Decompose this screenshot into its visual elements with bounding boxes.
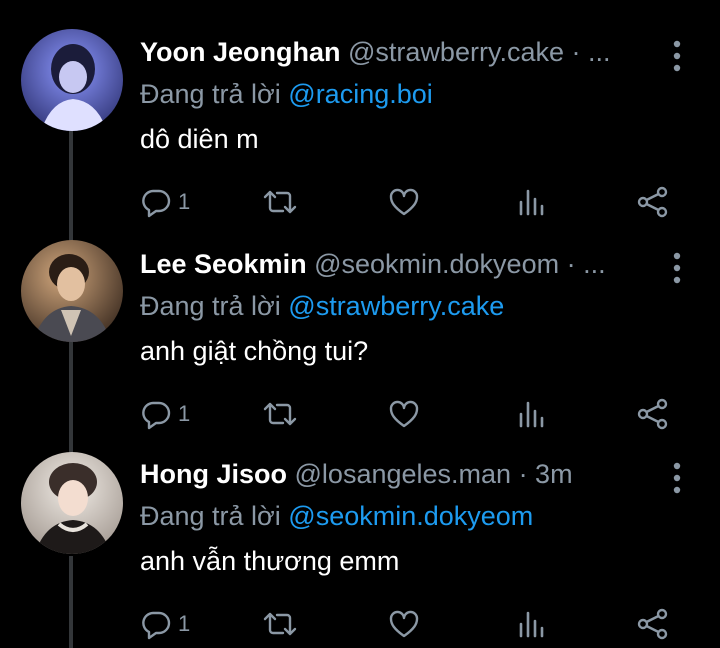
avatar[interactable] [21, 452, 123, 554]
replying-to: Đang trả lời @racing.boi [140, 74, 433, 114]
reply-count: 1 [178, 189, 191, 214]
share-button[interactable] [636, 392, 670, 436]
like-icon [388, 608, 420, 640]
analytics-icon [516, 187, 546, 217]
replying-to-label: Đang trả lời [140, 501, 281, 531]
like-button[interactable] [388, 180, 420, 224]
share-icon [636, 186, 670, 218]
more-icon[interactable] [662, 460, 692, 496]
share-icon [636, 398, 670, 430]
reply-count: 1 [178, 611, 191, 636]
retweet-button[interactable] [262, 392, 298, 436]
timestamp: · 3m [518, 459, 573, 489]
analytics-icon [516, 399, 546, 429]
reply-button[interactable]: 1 [140, 392, 190, 436]
more-icon[interactable] [662, 250, 692, 286]
reply-icon [140, 398, 172, 430]
avatar[interactable] [21, 29, 123, 131]
like-icon [388, 186, 420, 218]
mention-link[interactable]: @strawberry.cake [288, 291, 504, 321]
username[interactable]: @strawberry.cake [348, 37, 564, 67]
reply-button[interactable]: 1 [140, 180, 190, 224]
display-name[interactable]: Lee Seokmin [140, 249, 307, 279]
share-button[interactable] [636, 180, 670, 224]
tweet-header: Lee Seokmin @seokmin.dokyeom · ... [140, 244, 660, 284]
replying-to-label: Đang trả lời [140, 291, 281, 321]
analytics-button[interactable] [516, 392, 546, 436]
mention-link[interactable]: @seokmin.dokyeom [288, 501, 533, 531]
like-button[interactable] [388, 392, 420, 436]
tweet-text: anh giật chồng tui? [140, 336, 369, 366]
tweet-header: Yoon Jeonghan @strawberry.cake · ... [140, 32, 660, 72]
analytics-button[interactable] [516, 602, 546, 646]
replying-to: Đang trả lời @strawberry.cake [140, 286, 504, 326]
share-icon [636, 608, 670, 640]
tweet-header: Hong Jisoo @losangeles.man · 3m [140, 454, 660, 494]
retweet-button[interactable] [262, 602, 298, 646]
display-name[interactable]: Hong Jisoo [140, 459, 287, 489]
retweet-button[interactable] [262, 180, 298, 224]
tweet-text: anh vẫn thương emm [140, 546, 400, 576]
replying-to-label: Đang trả lời [140, 79, 281, 109]
tweet-text: dô diên m [140, 124, 259, 154]
username[interactable]: @seokmin.dokyeom [314, 249, 559, 279]
retweet-icon [262, 398, 298, 430]
tweet[interactable]: Yoon Jeonghan @strawberry.cake · ... Đan… [0, 20, 720, 226]
action-bar: 1 [140, 180, 680, 224]
analytics-button[interactable] [516, 180, 546, 224]
retweet-icon [262, 186, 298, 218]
replying-to: Đang trả lời @seokmin.dokyeom [140, 496, 533, 536]
like-icon [388, 398, 420, 430]
timestamp: · ... [566, 249, 606, 279]
retweet-icon [262, 608, 298, 640]
action-bar: 1 [140, 602, 680, 646]
like-button[interactable] [388, 602, 420, 646]
avatar[interactable] [21, 240, 123, 342]
action-bar: 1 [140, 392, 680, 436]
reply-icon [140, 186, 172, 218]
analytics-icon [516, 609, 546, 639]
username[interactable]: @losangeles.man [295, 459, 512, 489]
more-icon[interactable] [662, 38, 692, 74]
mention-link[interactable]: @racing.boi [288, 79, 432, 109]
tweet[interactable]: Lee Seokmin @seokmin.dokyeom · ... Đang … [0, 232, 720, 438]
reply-count: 1 [178, 401, 191, 426]
display-name[interactable]: Yoon Jeonghan [140, 37, 341, 67]
timestamp: · ... [571, 37, 611, 67]
reply-icon [140, 608, 172, 640]
reply-button[interactable]: 1 [140, 602, 190, 646]
share-button[interactable] [636, 602, 670, 646]
tweet[interactable]: Hong Jisoo @losangeles.man · 3m Đang trả… [0, 442, 720, 648]
